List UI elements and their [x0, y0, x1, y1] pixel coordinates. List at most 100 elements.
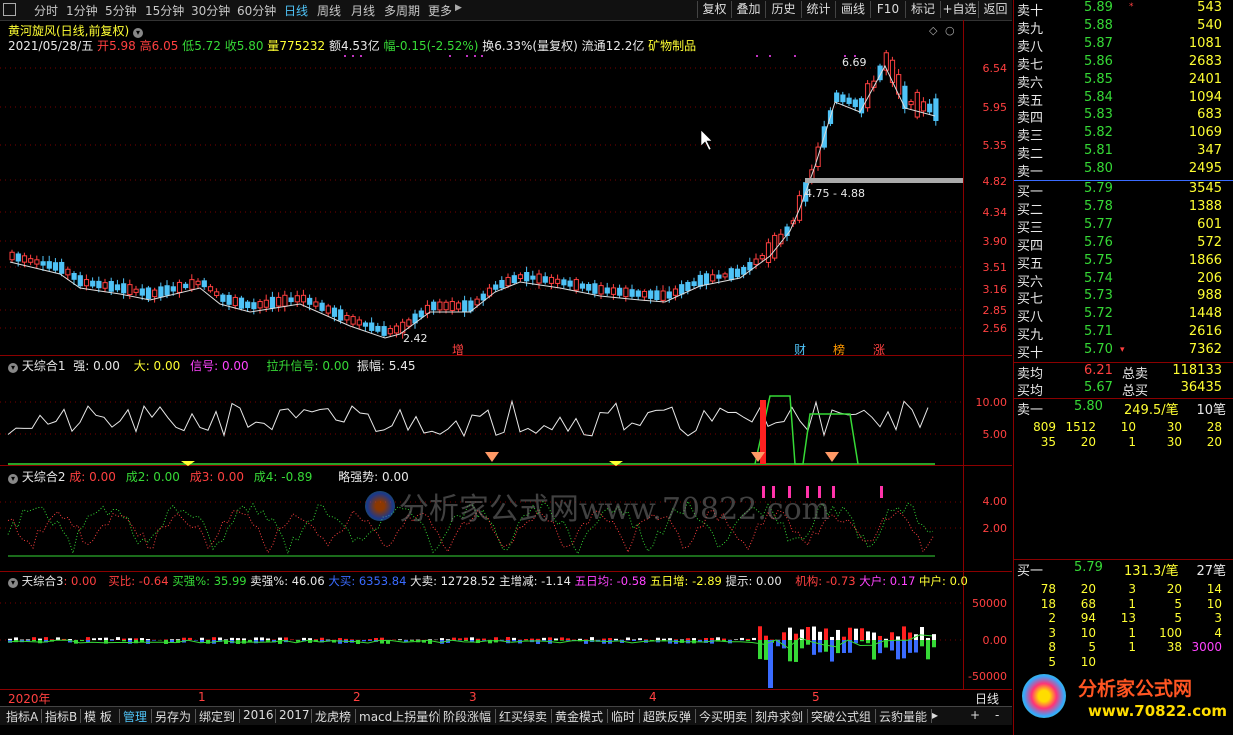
ask-row[interactable]: 卖九 5.88 540 — [1014, 18, 1233, 37]
tab-13[interactable]: 临时 — [611, 708, 635, 725]
ask-row[interactable]: 卖七 5.86 2683 — [1014, 54, 1233, 73]
tf-weekly[interactable]: 周线 — [317, 2, 341, 19]
ask-row[interactable]: 卖八 5.87 1081 — [1014, 36, 1233, 55]
ind3-chart[interactable] — [0, 572, 963, 690]
tab-15[interactable]: 今买明卖 — [699, 708, 747, 725]
ask-row[interactable]: 卖一 5.80 2495 — [1014, 161, 1233, 180]
candle-body — [703, 273, 710, 285]
ind3-buy-bar — [896, 636, 900, 640]
ind1-chart[interactable] — [0, 356, 963, 466]
tf-fenshi[interactable]: 分时 — [34, 2, 58, 19]
tab-9[interactable]: macd上拐量价 — [359, 708, 440, 725]
ind3-buy-bar — [530, 638, 534, 640]
bid-row[interactable]: 买四 5.76 572 — [1014, 235, 1233, 254]
tab-12[interactable]: 黄金模式 — [555, 708, 603, 725]
logo-title: 分析家公式网 — [1078, 678, 1193, 700]
axis-divider — [963, 20, 964, 690]
tf-5min[interactable]: 5分钟 — [105, 2, 137, 19]
ind3-buy-bar — [140, 638, 144, 640]
history-button[interactable]: 历史 — [765, 1, 801, 18]
ind3-sell-bar — [32, 640, 36, 642]
tab-0[interactable]: 指标A — [6, 708, 38, 725]
tf-monthly[interactable]: 月线 — [351, 2, 375, 19]
candle-body — [21, 255, 28, 263]
ind3-buy-bar — [374, 638, 378, 640]
ind3-tick: 50000 — [972, 597, 1007, 610]
tab-scroll-icon[interactable]: ▸ — [932, 708, 938, 722]
bid-row[interactable]: 买三 5.77 601 — [1014, 217, 1233, 236]
high-price-mark: 6.69 — [842, 56, 867, 69]
bid-row[interactable]: 买八 5.72 1448 — [1014, 306, 1233, 326]
ind3-buy-bar — [464, 637, 468, 640]
ask-row[interactable]: 卖十 5.89 543 — [1014, 0, 1233, 19]
back-button[interactable]: 返回 — [978, 1, 1012, 18]
add-watchlist-button[interactable]: +自选 — [940, 1, 978, 18]
overlay-button[interactable]: 叠加 — [731, 1, 765, 18]
window-icon[interactable] — [3, 3, 16, 16]
ind3-buy-bar — [644, 639, 648, 640]
bid-row[interactable]: 买九 5.71 2616 — [1014, 324, 1233, 343]
ob-summary-row: 买均 5.67 总买 36435 — [1014, 380, 1233, 399]
ind3-buy-bar — [224, 639, 228, 640]
remove-tab-button[interactable]: - — [995, 708, 999, 722]
tf-30min[interactable]: 30分钟 — [191, 2, 230, 19]
tab-16[interactable]: 刻舟求剑 — [755, 708, 803, 725]
tab-5[interactable]: 绑定到 — [199, 708, 235, 725]
queue-cell: 1 — [1128, 625, 1136, 640]
ind3-buy-bar — [926, 637, 930, 640]
queue-cell: 20 — [1080, 434, 1096, 449]
ind3-sell-bar — [920, 640, 924, 647]
ob-label: 买五 — [1017, 256, 1044, 272]
ob-label: 买八 — [1017, 310, 1044, 326]
tab-3[interactable]: 管理 — [123, 708, 147, 725]
ask-row[interactable]: 卖六 5.85 2401 — [1014, 72, 1233, 91]
mark-button[interactable]: 标记 — [905, 1, 940, 18]
candle-body — [697, 274, 703, 287]
candle-body — [499, 279, 505, 289]
ind3-sell-bar — [896, 640, 900, 660]
tf-multi[interactable]: 多周期 — [384, 2, 420, 19]
bid-row[interactable]: 买五 5.75 1866 — [1014, 253, 1233, 272]
tab-14[interactable]: 超跌反弹 — [643, 708, 691, 725]
candle-body — [139, 288, 145, 296]
tab-8[interactable]: 龙虎榜 — [315, 708, 351, 725]
tf-1min[interactable]: 1分钟 — [66, 2, 98, 19]
ind3-buy-bar — [104, 637, 108, 640]
stats-button[interactable]: 统计 — [801, 1, 835, 18]
tf-daily[interactable]: 日线 — [284, 2, 308, 19]
tab-1[interactable]: 指标B — [45, 708, 77, 725]
tab-4[interactable]: 另存为 — [155, 708, 191, 725]
add-tab-button[interactable]: + — [970, 708, 980, 722]
tab-10[interactable]: 阶段涨幅 — [443, 708, 491, 725]
f10-button[interactable]: F10 — [870, 1, 905, 18]
draw-line-button[interactable]: 画线 — [835, 1, 870, 18]
bid-row[interactable]: 买二 5.78 1388 — [1014, 198, 1233, 218]
ask-row[interactable]: 卖五 5.84 1094 — [1014, 90, 1233, 109]
candle-body — [226, 294, 232, 305]
bid-row[interactable]: 买六 5.74 206 — [1014, 271, 1233, 290]
bid-row[interactable]: 买一 5.79 3545 — [1014, 181, 1233, 200]
ind3-buy-bar — [260, 637, 264, 640]
candle-body — [189, 279, 195, 290]
tf-15min[interactable]: 15分钟 — [145, 2, 184, 19]
fuquan-button[interactable]: 复权 — [697, 1, 731, 18]
more-dropdown-icon[interactable]: ▶ — [455, 3, 462, 13]
tf-60min[interactable]: 60分钟 — [237, 2, 276, 19]
candle-body — [623, 287, 629, 298]
ask-row[interactable]: 卖二 5.81 347 — [1014, 143, 1233, 162]
tab-18[interactable]: 云豹量能 — [879, 708, 927, 725]
ob-label: 买一 — [1017, 185, 1044, 200]
ask-row[interactable]: 卖四 5.83 683 — [1014, 107, 1233, 126]
candle-body — [579, 283, 586, 289]
ob-price: 5.78 — [1084, 198, 1113, 214]
tab-6[interactable]: 2016 — [243, 708, 274, 722]
tab-17[interactable]: 突破公式组 — [811, 708, 871, 725]
bid-row[interactable]: 买七 5.73 988 — [1014, 288, 1233, 307]
tab-2[interactable]: 模 板 — [84, 708, 112, 725]
ind3-buy-bar — [128, 638, 132, 640]
ind3-buy-bar — [632, 639, 636, 640]
tab-11[interactable]: 红买绿卖 — [499, 708, 547, 725]
tf-more[interactable]: 更多 — [428, 2, 452, 19]
ask-row[interactable]: 卖三 5.82 1069 — [1014, 125, 1233, 144]
tab-7[interactable]: 2017 — [279, 708, 310, 722]
